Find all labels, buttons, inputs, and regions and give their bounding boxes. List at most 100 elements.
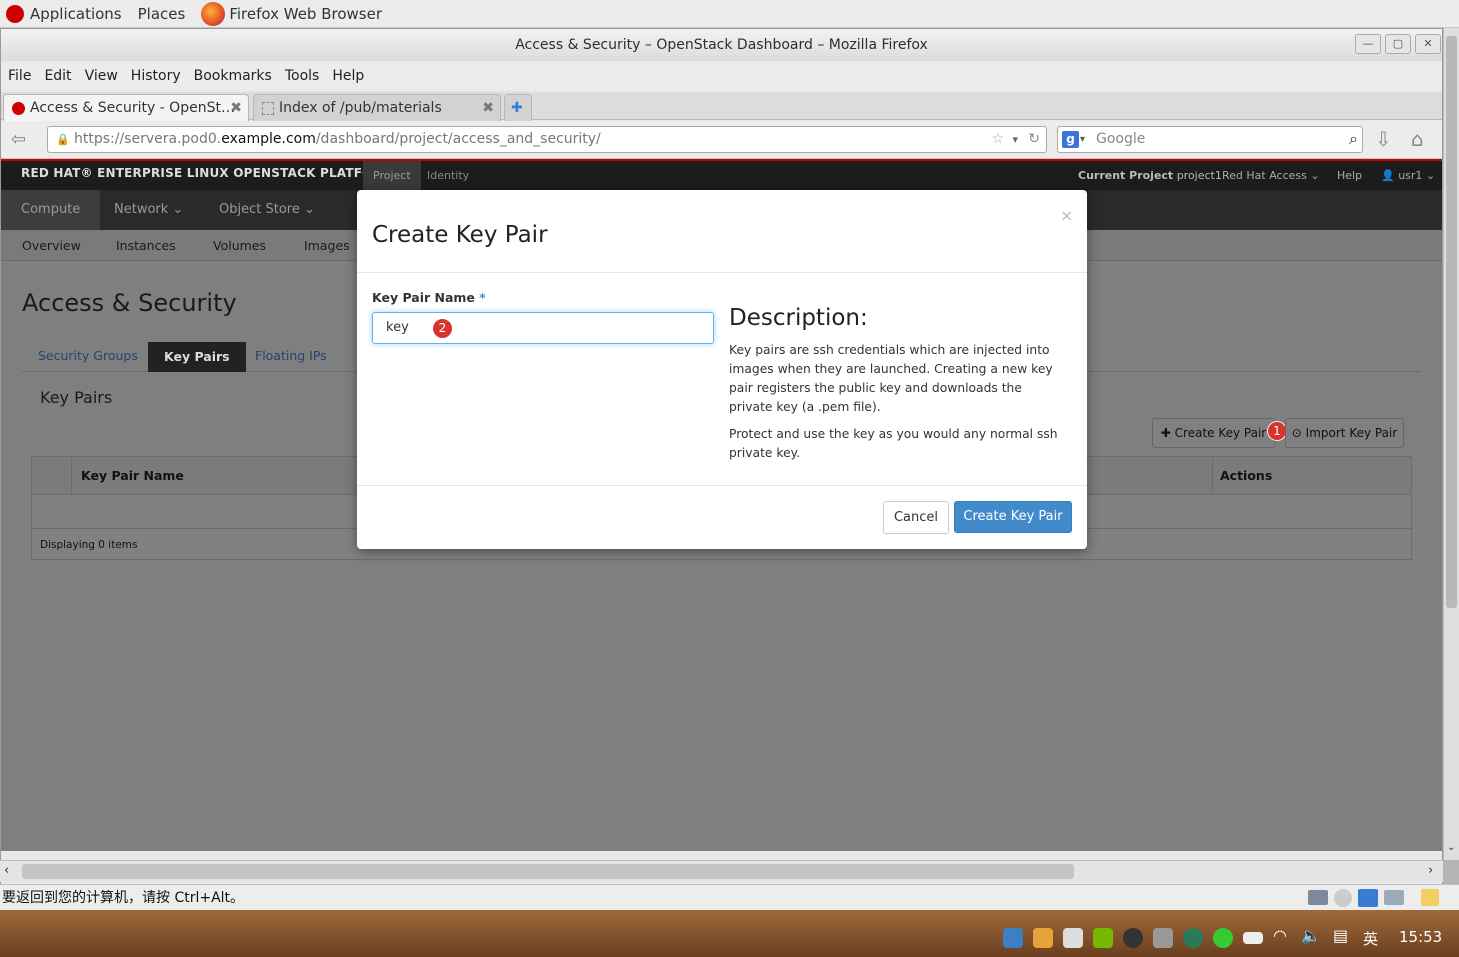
search-bar[interactable]: g ▾ Google ⌕: [1057, 126, 1363, 153]
window-titlebar: Access & Security – OpenStack Dashboard …: [1, 29, 1442, 61]
horizontal-scrollbar[interactable]: ‹ ›: [0, 860, 1443, 882]
current-project[interactable]: Current Project project1: [1078, 161, 1222, 190]
action-center-icon[interactable]: ▤: [1333, 926, 1348, 945]
import-key-pair-button[interactable]: ⊙ Import Key Pair: [1285, 418, 1404, 448]
table-footer: Displaying 0 items: [40, 539, 138, 551]
display-icon: [1384, 890, 1404, 905]
subnav-compute[interactable]: Compute: [1, 190, 101, 230]
scroll-right-icon[interactable]: ›: [1428, 863, 1433, 878]
vertical-scroll-thumb[interactable]: [1446, 36, 1457, 608]
menu-tools[interactable]: Tools: [285, 68, 320, 84]
tray-plus-icon[interactable]: [1213, 928, 1233, 948]
search-icon[interactable]: ⌕: [1349, 126, 1358, 151]
field-label-text: Key Pair Name: [372, 290, 475, 305]
tab-key-pairs[interactable]: Key Pairs: [148, 342, 246, 372]
wifi-icon[interactable]: ◠: [1273, 926, 1287, 945]
step-badge-1: 1: [1267, 421, 1287, 441]
chevron-down-icon: ⌄: [1425, 169, 1436, 182]
minimize-button[interactable]: —: [1355, 34, 1381, 54]
nav-identity[interactable]: Identity: [427, 161, 469, 190]
tray-globe-icon[interactable]: [1183, 928, 1203, 948]
engine-dropdown-icon[interactable]: ▾: [1080, 127, 1085, 152]
menu-edit[interactable]: Edit: [44, 68, 71, 84]
tray-vm-icon[interactable]: [1153, 928, 1173, 948]
help-link[interactable]: Help: [1337, 161, 1362, 190]
vm-release-hint: 要返回到您的计算机，请按 Ctrl+Alt。: [2, 890, 245, 906]
menu-file[interactable]: File: [8, 68, 31, 84]
reload-icon[interactable]: ↻: [1028, 127, 1040, 152]
network-icon: [1358, 889, 1378, 907]
maximize-button[interactable]: ▢: [1385, 34, 1411, 54]
nav-project[interactable]: Project: [363, 161, 421, 190]
home-icon[interactable]: ⌂: [1411, 127, 1424, 151]
menu-history[interactable]: History: [131, 68, 181, 84]
redhat-favicon-icon: [12, 101, 25, 115]
menu-help[interactable]: Help: [332, 68, 364, 84]
navigation-bar: ⇦ 🔒 https://servera.pod0.example.com/das…: [1, 121, 1442, 159]
tab-index-materials[interactable]: Index of /pub/materials ✖: [253, 94, 501, 121]
dropdown-arrow-icon[interactable]: ▾: [1012, 127, 1018, 152]
description-title: Description:: [729, 305, 868, 331]
redhat-logo-icon: [6, 4, 24, 23]
create-key-pair-button[interactable]: Create Key Pair: [954, 501, 1072, 533]
subnav-object-store[interactable]: Object Store ⌄: [199, 190, 335, 230]
description-text-2: Protect and use the key as you would any…: [729, 427, 1058, 460]
tray-qq-icon[interactable]: [1033, 928, 1053, 948]
horizontal-scroll-thumb[interactable]: [22, 864, 1074, 879]
clock[interactable]: 15:53: [1399, 928, 1442, 946]
vertical-scrollbar[interactable]: ⌄: [1443, 28, 1459, 860]
subnav-network[interactable]: Network ⌄: [94, 190, 203, 230]
modal-close-icon[interactable]: ×: [1060, 206, 1073, 225]
volume-icon[interactable]: 🔈: [1301, 926, 1321, 945]
applications-menu[interactable]: Applications: [30, 5, 122, 23]
firefox-launcher[interactable]: Firefox Web Browser: [201, 1, 383, 26]
tray-sync-icon[interactable]: [1123, 928, 1143, 948]
menu-bookmarks[interactable]: Bookmarks: [194, 68, 272, 84]
panel-title: Key Pairs: [40, 388, 113, 407]
column-key-pair-name[interactable]: Key Pair Name: [81, 468, 184, 483]
tab-strip: Access & Security - OpenSt… ✖ Index of /…: [1, 92, 1442, 121]
subnav2-overview[interactable]: Overview: [22, 230, 81, 261]
key-pair-name-input[interactable]: key: [372, 312, 714, 344]
firefox-launcher-label: Firefox Web Browser: [229, 4, 383, 23]
red-hat-access-menu[interactable]: Red Hat Access ⌄: [1222, 161, 1320, 190]
battery-icon[interactable]: [1243, 932, 1263, 944]
description-text-1: Key pairs are ssh credentials which are …: [729, 343, 1053, 414]
close-tab-icon[interactable]: ✖: [230, 100, 242, 116]
subnav2-images[interactable]: Images: [304, 230, 350, 261]
modal-footer-divider: [357, 485, 1087, 486]
subnav2-instances[interactable]: Instances: [116, 230, 176, 261]
url-bar[interactable]: 🔒 https://servera.pod0.example.com/dashb…: [47, 126, 1047, 153]
scroll-down-icon[interactable]: ⌄: [1447, 842, 1455, 853]
notes-icon: [1421, 889, 1439, 906]
url-host: example.com: [221, 131, 316, 147]
new-tab-button[interactable]: ✚: [504, 94, 532, 121]
cd-icon: [1334, 889, 1352, 907]
google-engine-icon[interactable]: g: [1062, 131, 1079, 148]
places-menu[interactable]: Places: [138, 5, 186, 23]
user-menu[interactable]: 👤 usr1 ⌄: [1381, 161, 1435, 190]
tab-label: Index of /pub/materials: [279, 100, 442, 116]
red-hat-access-label: Red Hat Access: [1222, 169, 1307, 182]
select-all-cell[interactable]: [32, 457, 72, 495]
tab-access-security[interactable]: Access & Security - OpenSt… ✖: [3, 94, 249, 121]
url-path: /dashboard/project/access_and_security/: [315, 131, 601, 147]
cancel-button[interactable]: Cancel: [883, 501, 949, 534]
close-tab-icon[interactable]: ✖: [482, 100, 494, 116]
create-key-pair-bg-button[interactable]: ✚ Create Key Pair: [1152, 418, 1275, 448]
tray-app-icon[interactable]: [1003, 928, 1023, 948]
tab-security-groups[interactable]: Security Groups: [38, 348, 138, 363]
downloads-icon[interactable]: ⇩: [1375, 127, 1392, 151]
subnav2-volumes[interactable]: Volumes: [213, 230, 266, 261]
tab-floating-ips[interactable]: Floating IPs: [255, 348, 327, 363]
close-window-button[interactable]: ✕: [1415, 34, 1441, 54]
tray-nvidia-icon[interactable]: [1093, 928, 1113, 948]
ime-indicator[interactable]: 英: [1363, 928, 1378, 949]
bookmark-star-icon[interactable]: ☆: [991, 127, 1004, 152]
column-actions: Actions: [1220, 468, 1273, 483]
back-arrow-icon[interactable]: ⇦: [11, 129, 26, 150]
tray-usb-icon[interactable]: [1063, 928, 1083, 948]
menu-bar: File Edit View History Bookmarks Tools H…: [1, 62, 1442, 90]
menu-view[interactable]: View: [85, 68, 118, 84]
scroll-left-icon[interactable]: ‹: [4, 863, 9, 878]
